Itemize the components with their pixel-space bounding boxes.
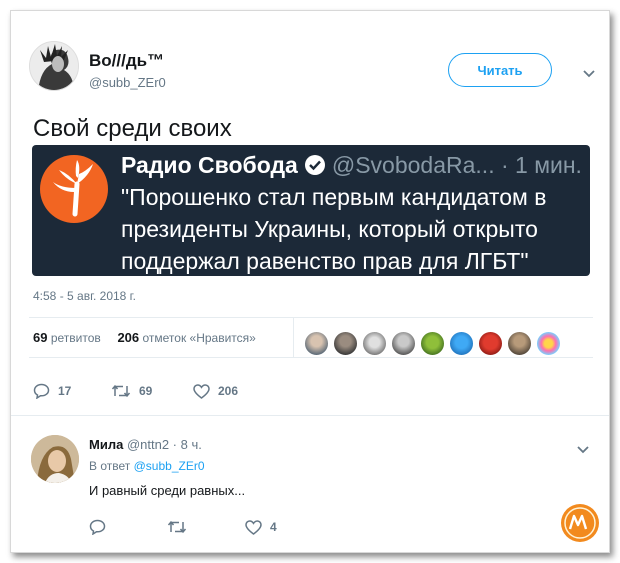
reply-retweet-button[interactable] (167, 520, 245, 534)
embed-quote-text: "Порошенко стал первым кандидатом в през… (121, 184, 547, 274)
author-name[interactable]: Во///дь™ (89, 51, 164, 71)
reply-reply-button[interactable] (89, 519, 167, 535)
liker-avatar[interactable] (304, 331, 329, 356)
reply-icon (33, 383, 50, 399)
replying-to-prefix: В ответ (89, 459, 131, 473)
likes-label[interactable]: отметок «Нравится» (142, 331, 255, 345)
likes-count[interactable]: 206 (117, 330, 139, 345)
liker-avatar[interactable] (536, 331, 561, 356)
reply-button[interactable]: 17 (33, 383, 111, 399)
liker-avatar[interactable] (478, 331, 503, 356)
reply-header: Мила @nttn2 · 8 ч. (89, 437, 202, 452)
author-avatar[interactable] (29, 41, 79, 91)
heart-icon (245, 519, 262, 535)
divider (29, 357, 593, 358)
retweet-button[interactable]: 69 (111, 384, 193, 398)
chevron-down-icon[interactable] (576, 445, 590, 455)
watermark-logo-icon (561, 504, 599, 542)
likers-avatars (304, 331, 561, 356)
like-button[interactable]: 206 (193, 383, 239, 399)
liker-avatar[interactable] (420, 331, 445, 356)
reply-author-name[interactable]: Мила (89, 437, 123, 452)
retweet-icon (167, 520, 187, 534)
retweet-icon (111, 384, 131, 398)
retweets-count[interactable]: 69 (33, 330, 47, 345)
liker-avatar[interactable] (507, 331, 532, 356)
tweet-card: Во///дь™ @subb_ZEr0 Читать Свой среди св… (10, 10, 610, 553)
heart-icon (193, 383, 210, 399)
reply-text: И равный среди равных... (89, 483, 246, 498)
embedded-tweet-image[interactable]: Радио Свобода @SvobodaRa... · 1 мин. "По… (32, 145, 590, 276)
liker-avatar[interactable] (449, 331, 474, 356)
reply-actions: 4 (89, 519, 277, 535)
retweet-count: 69 (139, 384, 153, 398)
like-count: 206 (218, 384, 239, 398)
chevron-down-icon[interactable] (582, 69, 596, 79)
embed-author-name: Радио Свобода (121, 151, 298, 178)
tweet-text: Свой среди своих (33, 115, 232, 142)
follow-button[interactable]: Читать (448, 53, 552, 87)
tweet-timestamp[interactable]: 4:58 - 5 авг. 2018 г. (33, 289, 136, 303)
reply-author-avatar[interactable] (31, 435, 79, 483)
tweet-actions: 17 69 206 (33, 383, 238, 399)
liker-avatar[interactable] (362, 331, 387, 356)
reply-icon (89, 519, 106, 535)
liker-avatar[interactable] (333, 331, 358, 356)
replying-to-link[interactable]: @subb_ZEr0 (134, 459, 205, 473)
embed-handle-time: @SvobodaRa... · 1 мин. (331, 151, 582, 178)
replying-to: В ответ @subb_ZEr0 (89, 459, 205, 473)
stats-separator (293, 317, 294, 357)
radio-svoboda-logo-icon (40, 155, 108, 223)
reply-like-button[interactable]: 4 (245, 519, 277, 535)
divider (11, 415, 609, 416)
reply-author-meta[interactable]: @nttn2 · 8 ч. (127, 437, 202, 452)
reply-like-count: 4 (270, 520, 277, 534)
verified-badge-icon (304, 155, 325, 175)
reply-count: 17 (58, 384, 72, 398)
tweet-stats: 69 ретвитов 206 отметок «Нравится» (33, 330, 256, 345)
author-handle[interactable]: @subb_ZEr0 (89, 75, 166, 90)
divider (29, 317, 593, 318)
retweets-label[interactable]: ретвитов (51, 331, 101, 345)
liker-avatar[interactable] (391, 331, 416, 356)
